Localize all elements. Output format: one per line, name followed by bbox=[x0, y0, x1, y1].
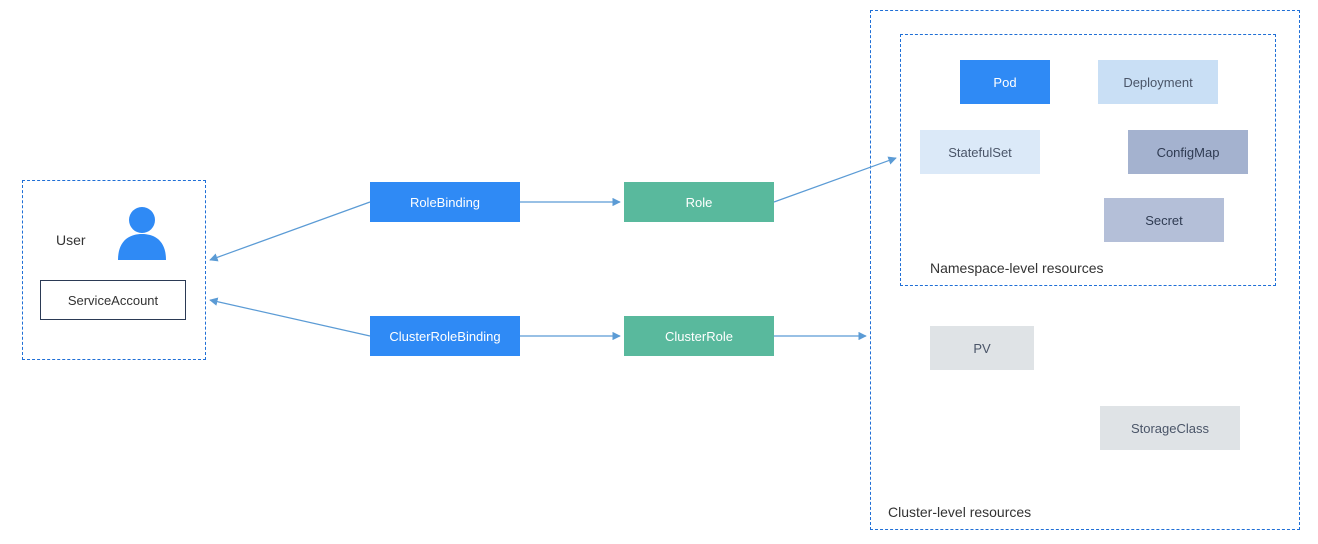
configmap-box: ConfigMap bbox=[1128, 130, 1248, 174]
cluster-level-caption: Cluster-level resources bbox=[888, 504, 1031, 520]
secret-box: Secret bbox=[1104, 198, 1224, 242]
statefulset-label: StatefulSet bbox=[948, 145, 1012, 160]
rolebinding-label: RoleBinding bbox=[410, 195, 480, 210]
service-account-label: ServiceAccount bbox=[68, 293, 158, 308]
pod-label: Pod bbox=[993, 75, 1016, 90]
role-label: Role bbox=[686, 195, 713, 210]
user-icon bbox=[110, 200, 174, 264]
namespace-level-caption: Namespace-level resources bbox=[930, 260, 1104, 276]
diagram-canvas: User ServiceAccount RoleBinding ClusterR… bbox=[0, 0, 1318, 544]
pv-box: PV bbox=[930, 326, 1034, 370]
arrow-rolebinding-to-subjects bbox=[210, 202, 370, 260]
user-label: User bbox=[56, 232, 86, 248]
clusterrolebinding-box: ClusterRoleBinding bbox=[370, 316, 520, 356]
service-account-box: ServiceAccount bbox=[40, 280, 186, 320]
storageclass-label: StorageClass bbox=[1131, 421, 1209, 436]
deployment-box: Deployment bbox=[1098, 60, 1218, 104]
pod-box: Pod bbox=[960, 60, 1050, 104]
configmap-label: ConfigMap bbox=[1157, 145, 1220, 160]
clusterrole-label: ClusterRole bbox=[665, 329, 733, 344]
clusterrolebinding-label: ClusterRoleBinding bbox=[389, 329, 500, 344]
secret-label: Secret bbox=[1145, 213, 1183, 228]
pv-label: PV bbox=[973, 341, 990, 356]
clusterrole-box: ClusterRole bbox=[624, 316, 774, 356]
deployment-label: Deployment bbox=[1123, 75, 1192, 90]
statefulset-box: StatefulSet bbox=[920, 130, 1040, 174]
arrow-clusterrolebinding-to-subjects bbox=[210, 300, 370, 336]
storageclass-box: StorageClass bbox=[1100, 406, 1240, 450]
role-box: Role bbox=[624, 182, 774, 222]
rolebinding-box: RoleBinding bbox=[370, 182, 520, 222]
